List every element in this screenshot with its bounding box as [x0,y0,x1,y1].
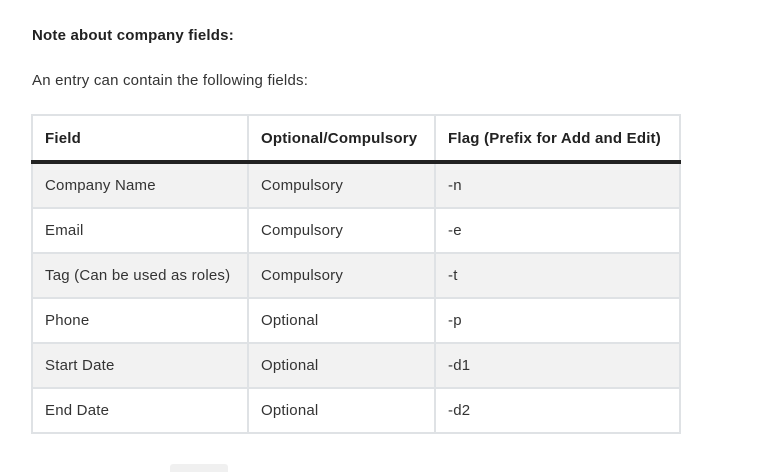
header-optional-compulsory: Optional/Compulsory [247,114,436,164]
table-row: Email Compulsory -e [31,207,681,254]
cell-optional-compulsory: Compulsory [247,252,436,299]
table-row: End Date Optional -d2 [31,387,681,434]
table-header: Field Optional/Compulsory Flag (Prefix f… [31,114,681,164]
table-row: Tag (Can be used as roles) Compulsory -t [31,252,681,299]
intro-text: An entry can contain the following field… [32,72,309,89]
table-row: Company Name Compulsory -n [31,161,681,209]
table-row: Start Date Optional -d1 [31,342,681,389]
note-heading: Note about company fields: [32,27,234,44]
header-flag: Flag (Prefix for Add and Edit) [434,114,681,164]
fields-table: Field Optional/Compulsory Flag (Prefix f… [31,114,681,434]
cell-optional-compulsory: Optional [247,297,436,344]
inline-code-peek [170,464,228,472]
cell-field: Email [31,207,249,254]
cell-field: Phone [31,297,249,344]
cell-field: Start Date [31,342,249,389]
cell-optional-compulsory: Optional [247,387,436,434]
cell-field: Tag (Can be used as roles) [31,252,249,299]
table-row: Phone Optional -p [31,297,681,344]
cell-field: End Date [31,387,249,434]
cell-flag: -e [434,207,681,254]
header-field: Field [31,114,249,164]
cell-flag: -d1 [434,342,681,389]
next-section-peek [32,464,232,472]
cell-flag: -t [434,252,681,299]
cell-flag: -n [434,161,681,209]
cell-flag: -p [434,297,681,344]
table-body: Company Name Compulsory -n Email Compuls… [31,161,681,434]
cell-flag: -d2 [434,387,681,434]
cell-optional-compulsory: Compulsory [247,161,436,209]
cell-optional-compulsory: Optional [247,342,436,389]
cell-field: Company Name [31,161,249,209]
cell-optional-compulsory: Compulsory [247,207,436,254]
header-row: Field Optional/Compulsory Flag (Prefix f… [31,114,681,164]
